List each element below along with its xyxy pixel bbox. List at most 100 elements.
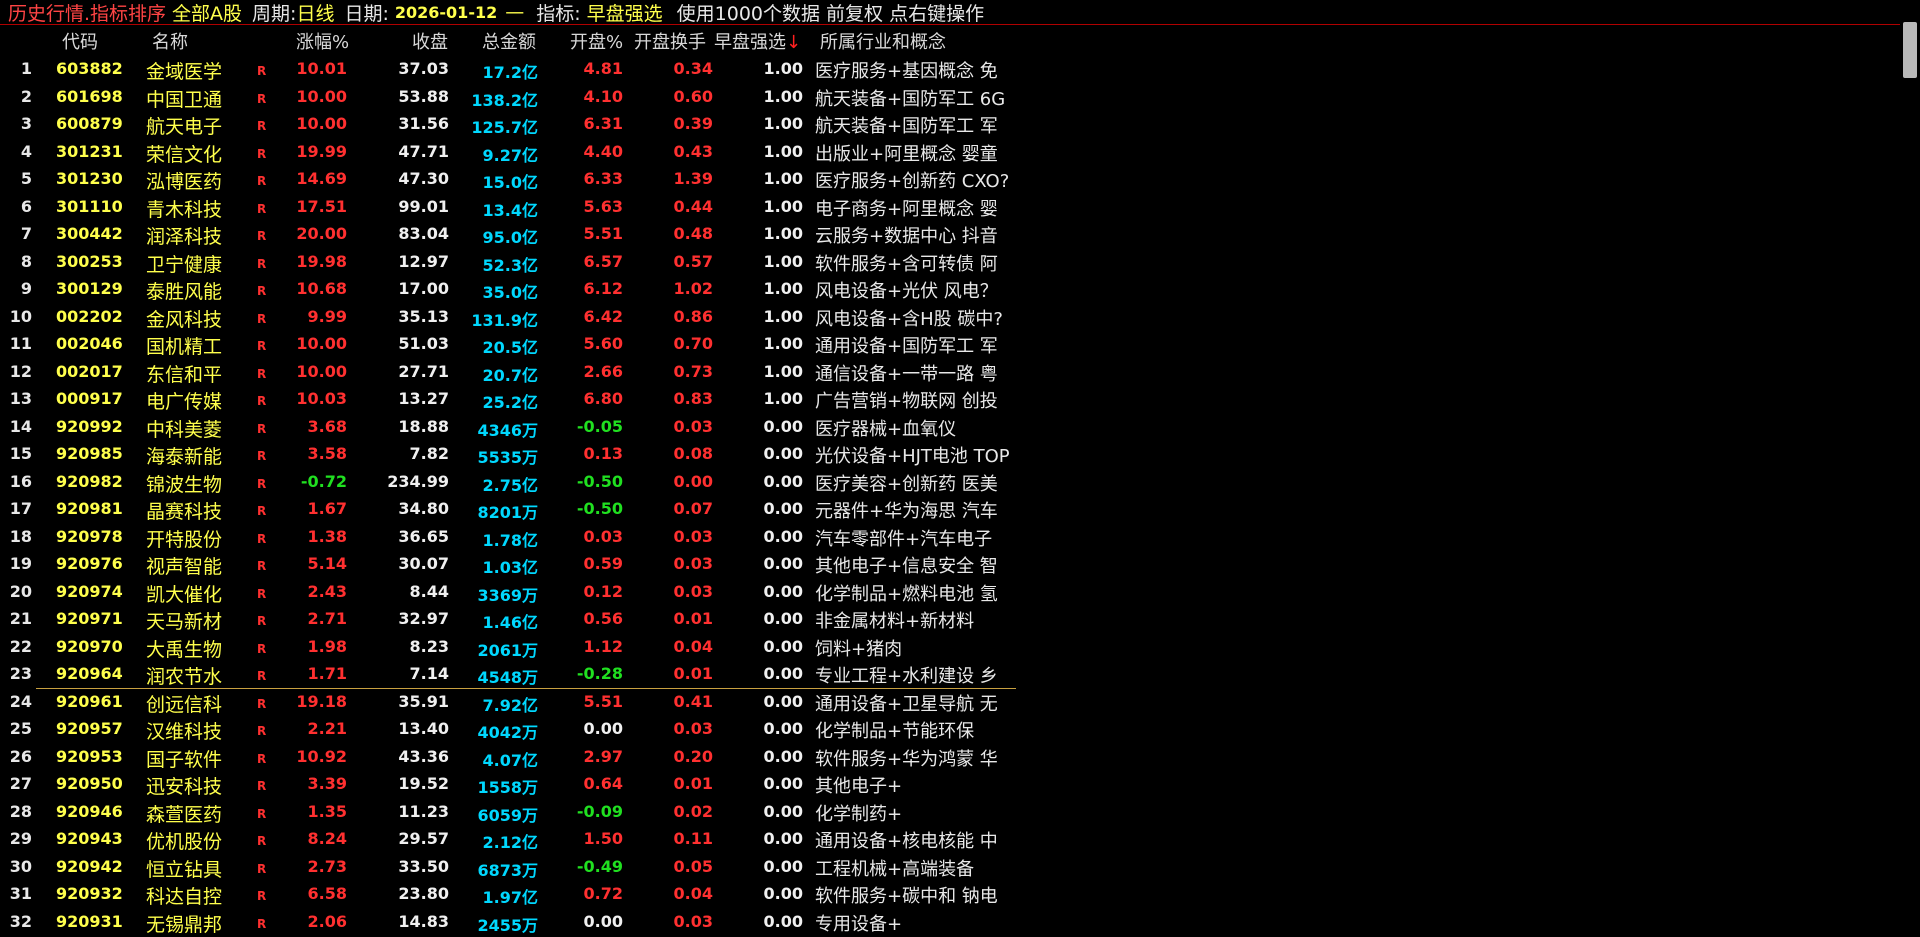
open-percent: 0.03 (583, 526, 623, 546)
table-row[interactable]: 23 920964 润农节水 R 1.71 7.14 4548万 -0.28 0.01 0.00 专… (0, 661, 1900, 689)
col-header-open[interactable]: 开盘% (570, 28, 623, 54)
market-selector[interactable]: 全部A股 (172, 0, 242, 26)
indicator-selector[interactable]: 早盘强选 (587, 0, 663, 26)
table-row[interactable]: 14 920992 中科美菱 R 3.68 18.88 4346万 -0.05 0.03 0.00… (0, 414, 1900, 442)
table-row[interactable]: 3 600879 航天电子 R 10.00 31.56 125.7亿 6.31 0.39 1.00… (0, 111, 1900, 139)
table-row[interactable]: 19 920976 视声智能 R 5.14 30.07 1.03亿 0.59 0.03 0.00 其… (0, 551, 1900, 579)
industry-concepts: 通用设备+卫星导航 无 (815, 693, 998, 715)
financing-flag: R (257, 394, 267, 408)
row-index: 31 (9, 884, 32, 903)
col-header-early[interactable]: 早盘强选↓ (714, 28, 801, 54)
date-label: 日期: (344, 2, 389, 25)
industry-concepts: 通信设备+一带一路 粤 (815, 363, 998, 385)
early-strength: 0.00 (763, 719, 803, 738)
open-percent: 6.57 (583, 251, 623, 271)
stock-code: 301231 (56, 141, 123, 161)
table-row[interactable]: 16 920982 锦波生物 R -0.72 234.99 2.75亿 -0.50 0.00 0.… (0, 469, 1900, 497)
industry-concepts: 云服务+数据中心 抖音 (815, 226, 998, 247)
table-row[interactable]: 28 920946 森萱医药 R 1.35 11.23 6059万 -0.09 0.02 0.00… (0, 799, 1900, 827)
table-row[interactable]: 13 000917 电广传媒 R 10.03 13.27 25.2亿 6.80 0.83 1.00… (0, 386, 1900, 414)
table-row[interactable]: 32 920931 无锡鼎邦 R 2.06 14.83 2455万 0.00 0.03 0.00 专… (0, 909, 1900, 937)
table-row[interactable]: 26 920953 国子软件 R 10.92 43.36 4.07亿 2.97 0.20 0.00… (0, 744, 1900, 772)
table-row[interactable]: 11 002046 国机精工 R 10.00 51.03 20.5亿 5.60 0.70 1.00… (0, 331, 1900, 359)
table-row[interactable]: 4 301231 荣信文化 R 19.99 47.71 9.27亿 4.40 0.43 1.00 出… (0, 139, 1900, 167)
table-row[interactable]: 25 920957 汉维科技 R 2.21 13.40 4042万 0.00 0.03 0.00 化… (0, 716, 1900, 744)
table-row[interactable]: 17 920981 晶赛科技 R 1.67 34.80 8201万 -0.50 0.07 0.00… (0, 496, 1900, 524)
total-amount: 1558万 (477, 778, 538, 797)
scrollbar-thumb[interactable] (1903, 22, 1917, 78)
stock-name: 创远信科 (146, 693, 223, 716)
total-amount: 2.12亿 (482, 833, 538, 852)
close-price: 35.91 (398, 691, 449, 711)
col-header-name[interactable]: 名称 (152, 28, 188, 54)
table-row[interactable]: 31 920932 科达自控 R 6.58 23.80 1.97亿 0.72 0.04 0.00 软… (0, 881, 1900, 909)
industry-concepts: 饲料+猪肉 (815, 638, 903, 660)
financing-flag: R (257, 834, 267, 848)
change-percent: 17.51 (296, 196, 347, 216)
col-header-early-label: 早盘强选 (714, 32, 786, 53)
stock-code: 920978 (56, 526, 123, 546)
change-percent: 10.03 (296, 389, 347, 408)
early-strength: 0.00 (763, 444, 803, 463)
row-index: 26 (9, 746, 32, 766)
total-amount: 5535万 (477, 448, 538, 467)
industry-concepts: 工程机械+高端装备 (815, 858, 975, 880)
industry-concepts: 通用设备+核电核能 中 (815, 831, 998, 852)
table-row[interactable]: 7 300442 润泽科技 R 20.00 83.04 95.0亿 5.51 0.48 1.00 云… (0, 221, 1900, 249)
total-amount: 125.7亿 (471, 118, 538, 137)
open-percent: 2.66 (583, 361, 623, 381)
table-row[interactable]: 12 002017 东信和平 R 10.00 27.71 20.7亿 2.66 0.73 1.00… (0, 359, 1900, 387)
table-row[interactable]: 30 920942 恒立钻具 R 2.73 33.50 6873万 -0.49 0.05 0.00… (0, 854, 1900, 882)
period-selector[interactable]: 日线 (296, 0, 334, 26)
col-header-industry[interactable]: 所属行业和概念 (820, 28, 946, 54)
table-row[interactable]: 6 301110 青木科技 R 17.51 99.01 13.4亿 5.63 0.44 1.00 电… (0, 194, 1900, 222)
stock-name: 优机股份 (146, 831, 223, 853)
col-header-amount[interactable]: 总金额 (482, 28, 536, 54)
col-header-close[interactable]: 收盘 (412, 28, 448, 54)
early-strength: 1.00 (763, 306, 803, 326)
open-turnover: 0.60 (673, 86, 713, 106)
close-price: 43.36 (398, 746, 449, 766)
stock-name: 国机精工 (146, 336, 223, 358)
table-row[interactable]: 9 300129 泰胜风能 R 10.68 17.00 35.0亿 6.12 1.02 1.00 风… (0, 276, 1900, 304)
table-row[interactable]: 22 920970 大禹生物 R 1.98 8.23 2061万 1.12 0.04 0.00 饲料… (0, 634, 1900, 662)
early-strength: 0.00 (763, 856, 803, 876)
table-row[interactable]: 24 920961 创远信科 R 19.18 35.91 7.92亿 5.51 0.41 0.00… (0, 689, 1900, 717)
table-row[interactable]: 2 601698 中国卫通 R 10.00 53.88 138.2亿 4.10 0.60 1.00… (0, 84, 1900, 112)
financing-flag: R (257, 531, 267, 546)
stock-name: 金风科技 (146, 308, 223, 331)
open-turnover: 0.01 (673, 664, 713, 683)
col-header-code[interactable]: 代码 (62, 28, 98, 54)
row-index: 25 (9, 719, 32, 738)
table-row[interactable]: 21 920971 天马新材 R 2.71 32.97 1.46亿 0.56 0.01 0.00 非… (0, 606, 1900, 634)
total-amount: 138.2亿 (471, 90, 538, 110)
table-row[interactable]: 5 301230 泓博医药 R 14.69 47.30 15.0亿 6.33 1.39 1.00 医… (0, 166, 1900, 194)
stock-code: 920964 (56, 664, 123, 683)
table-row[interactable]: 1 603882 金域医学 R 10.01 37.03 17.2亿 4.81 0.34 1.00 医… (0, 56, 1900, 84)
total-amount: 2061万 (477, 640, 538, 660)
industry-concepts: 风电设备+光伏 风电？ (815, 281, 998, 302)
financing-flag: R (257, 229, 267, 243)
early-strength: 0.00 (763, 526, 803, 546)
table-row[interactable]: 18 920978 开特股份 R 1.38 36.65 1.78亿 0.03 0.03 0.00 汽… (0, 524, 1900, 552)
row-index: 24 (9, 691, 32, 711)
open-percent: 0.00 (583, 719, 623, 738)
table-row[interactable]: 15 920985 海泰新能 R 3.58 7.82 5535万 0.13 0.08 0.00 光伏… (0, 441, 1900, 469)
col-header-turnover[interactable]: 开盘换手 (634, 28, 706, 54)
table-row[interactable]: 8 300253 卫宁健康 R 19.98 12.97 52.3亿 6.57 0.57 1.00 软… (0, 249, 1900, 277)
change-percent: 10.68 (296, 279, 347, 298)
change-percent: 3.39 (307, 774, 347, 793)
table-row[interactable]: 10 002202 金风科技 R 9.99 35.13 131.9亿 6.42 0.86 1.00… (0, 304, 1900, 332)
total-amount: 35.0亿 (482, 283, 538, 302)
industry-concepts: 化学制品+燃料电池 氢 (815, 583, 998, 605)
table-row[interactable]: 29 920943 优机股份 R 8.24 29.57 2.12亿 1.50 0.11 0.00 通… (0, 826, 1900, 854)
vertical-scrollbar[interactable] (1900, 16, 1920, 926)
early-strength: 1.00 (763, 251, 803, 271)
date-value[interactable]: 2026-01-12 (395, 3, 497, 22)
col-header-chg[interactable]: 涨幅% (296, 28, 349, 54)
table-row[interactable]: 27 920950 迅安科技 R 3.39 19.52 1558万 0.64 0.01 0.00 其… (0, 771, 1900, 799)
open-turnover: 0.03 (673, 554, 713, 573)
open-turnover: 0.20 (673, 746, 713, 766)
table-row[interactable]: 20 920974 凯大催化 R 2.43 8.44 3369万 0.12 0.03 0.00 化学… (0, 579, 1900, 607)
row-index: 20 (9, 581, 32, 601)
